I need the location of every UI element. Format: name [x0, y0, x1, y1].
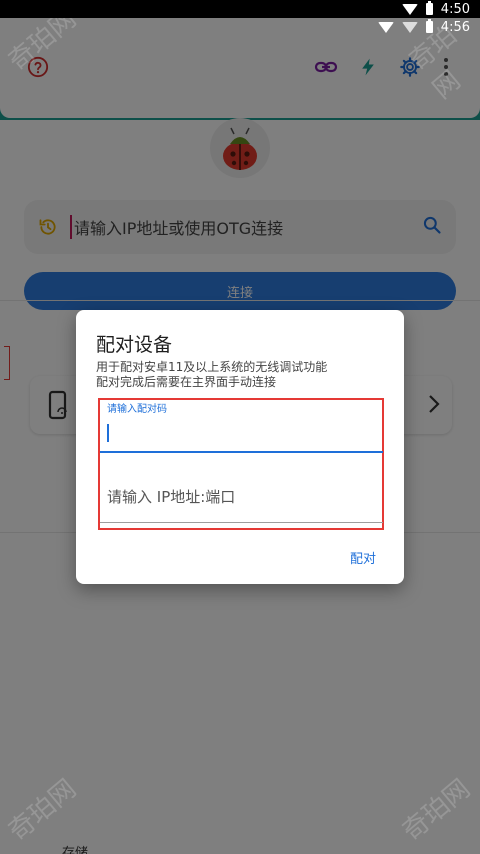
pair-code-underline: [100, 451, 383, 453]
dialog-description-line-2: 配对完成后需要在主界面手动连接: [96, 375, 277, 389]
dialog-description-line-1: 用于配对安卓11及以上系统的无线调试功能: [96, 360, 328, 374]
status-time: 4:50: [440, 1, 470, 17]
status-bar: 4:50: [0, 0, 480, 18]
status-icons: [401, 1, 433, 15]
ip-port-input[interactable]: 请输入 IP地址:端口: [107, 486, 235, 507]
wifi-icon: [377, 21, 394, 33]
pair-code-label: 请输入配对码: [107, 404, 167, 415]
battery-icon: [425, 1, 433, 15]
dialog-description: 用于配对安卓11及以上系统的无线调试功能 配对完成后需要在主界面手动连接: [96, 360, 327, 390]
dialog-title: 配对设备: [96, 334, 173, 356]
wifi-icon: [401, 3, 418, 15]
battery-icon: [425, 19, 433, 33]
input-highlight-box: [98, 398, 384, 530]
status-bar-secondary: 4:56: [0, 18, 480, 36]
pair-device-dialog: 配对设备 用于配对安卓11及以上系统的无线调试功能 配对完成后需要在主界面手动连…: [76, 310, 404, 584]
pair-button[interactable]: 配对: [350, 548, 376, 567]
ip-port-underline: [100, 522, 383, 523]
status-time-secondary: 4:56: [440, 19, 470, 35]
pair-code-input[interactable]: [107, 424, 109, 442]
signal-icon: [401, 21, 418, 33]
status-icons-secondary: [377, 19, 433, 33]
